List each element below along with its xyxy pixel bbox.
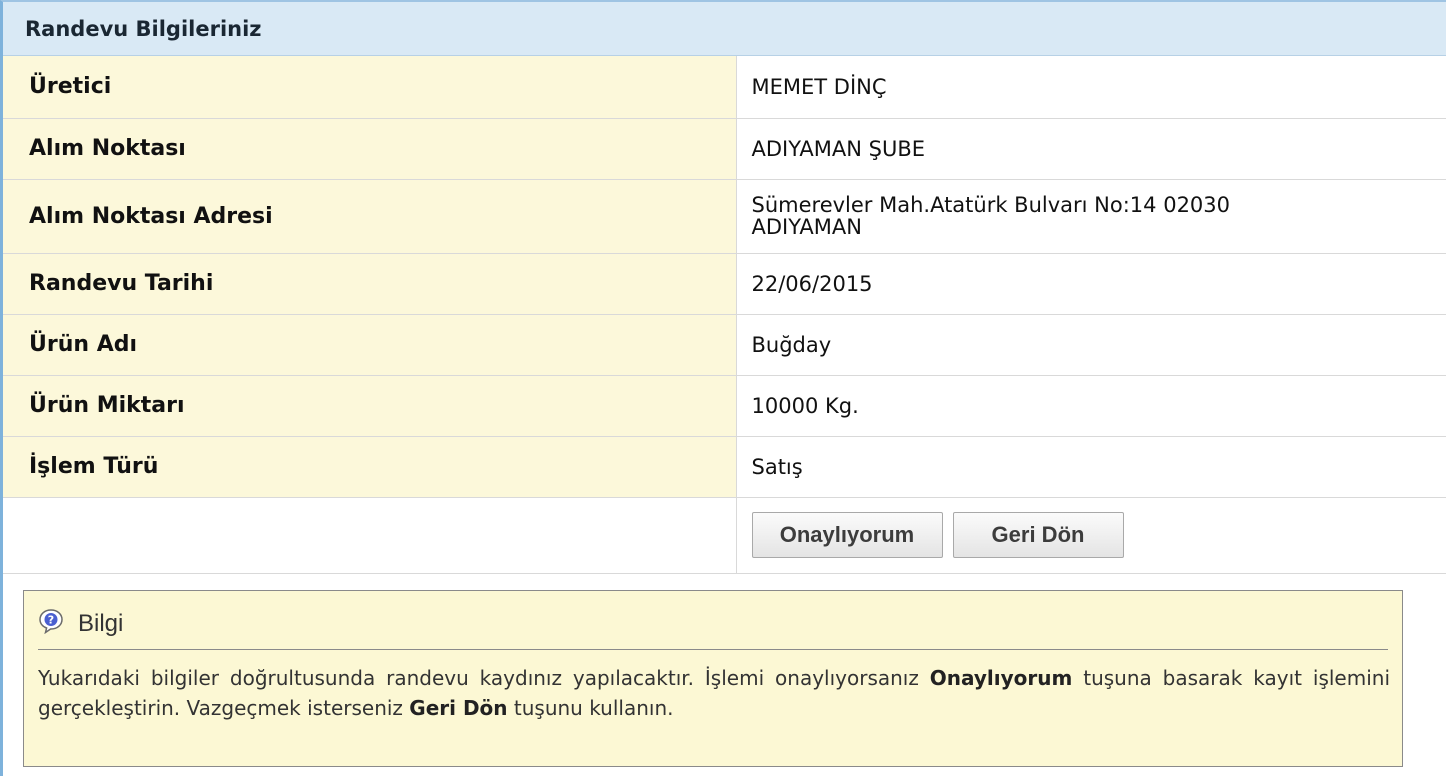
row-label-product-name: Ürün Adı (3, 314, 737, 376)
row-label-transaction-type: İşlem Türü (3, 436, 737, 498)
button-row-actions: Onaylıyorum Geri Dön (736, 497, 1446, 574)
info-text-part-1: Yukarıdaki bilgiler doğrultusunda randev… (38, 666, 930, 690)
table-row: İşlem Türü Satış (3, 436, 1446, 498)
row-value-transaction-type: Satış (736, 436, 1446, 498)
row-value-product-quantity: 10000 Kg. (736, 375, 1446, 437)
row-label-producer: Üretici (3, 56, 737, 119)
table-row: Ürün Adı Buğday (3, 314, 1446, 376)
info-box: ? Bilgi Yukarıdaki bilgiler doğrultusund… (23, 590, 1403, 767)
address-line-2: ADIYAMAN (751, 215, 863, 239)
row-label-purchase-address: Alım Noktası Adresi (3, 179, 737, 254)
info-box-text: Yukarıdaki bilgiler doğrultusunda randev… (38, 663, 1390, 723)
row-label-purchase-point: Alım Noktası (3, 118, 737, 180)
row-value-appointment-date: 22/06/2015 (736, 253, 1446, 315)
button-row: Onaylıyorum Geri Dön (3, 497, 1446, 574)
appointment-details-table: Üretici MEMET DİNÇ Alım Noktası ADIYAMAN… (3, 56, 1446, 574)
row-label-appointment-date: Randevu Tarihi (3, 253, 737, 315)
address-line-1: Sümerevler Mah.Atatürk Bulvarı No:14 020… (751, 193, 1231, 217)
table-row: Alım Noktası Adresi Sümerevler Mah.Atatü… (3, 179, 1446, 254)
go-back-button[interactable]: Geri Dön (952, 512, 1124, 558)
table-row: Üretici MEMET DİNÇ (3, 56, 1446, 119)
row-value-product-name: Buğday (736, 314, 1446, 376)
info-text-part-3: tuşunu kullanın. (507, 696, 674, 720)
table-row: Randevu Tarihi 22/06/2015 (3, 253, 1446, 315)
help-icon: ? (38, 608, 64, 635)
svg-text:?: ? (48, 614, 54, 627)
info-text-approve-keyword: Onaylıyorum (929, 666, 1073, 690)
row-value-purchase-address: Sümerevler Mah.Atatürk Bulvarı No:14 020… (736, 179, 1446, 254)
row-label-product-quantity: Ürün Miktarı (3, 375, 737, 437)
row-value-producer: MEMET DİNÇ (736, 56, 1446, 119)
info-text-back-keyword: Geri Dön (409, 696, 508, 720)
info-box-header: ? Bilgi (38, 599, 1388, 650)
table-row: Ürün Miktarı 10000 Kg. (3, 375, 1446, 437)
info-box-title: Bilgi (78, 610, 124, 637)
panel-title: Randevu Bilgileriniz (3, 2, 1446, 56)
button-row-spacer (3, 497, 737, 574)
table-row: Alım Noktası ADIYAMAN ŞUBE (3, 118, 1446, 180)
approve-button[interactable]: Onaylıyorum (751, 512, 943, 558)
appointment-panel: Randevu Bilgileriniz Üretici MEMET DİNÇ … (0, 0, 1446, 776)
row-value-purchase-point: ADIYAMAN ŞUBE (736, 118, 1446, 180)
